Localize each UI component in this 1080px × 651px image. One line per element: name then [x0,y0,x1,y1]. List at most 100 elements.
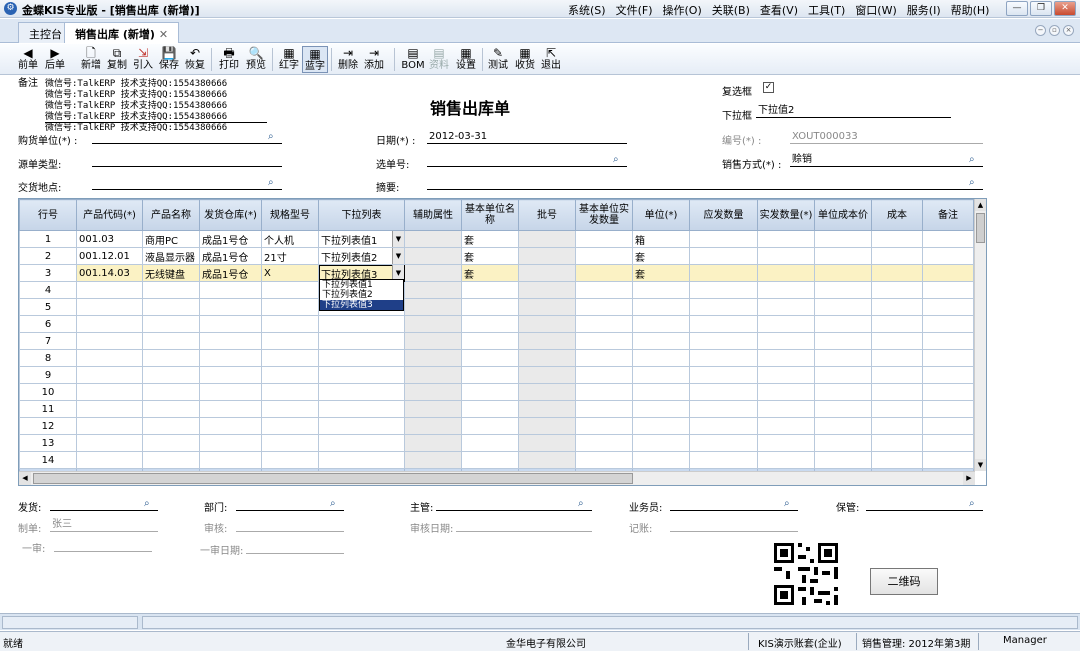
grid-cell[interactable] [142,451,200,469]
grid-cell[interactable] [76,298,143,316]
col-header[interactable]: 产品代码(*) [76,199,143,231]
grid-cell[interactable] [575,434,633,452]
grid-cell[interactable] [404,400,462,418]
import-button[interactable]: ⇲ 引入 [130,46,156,71]
grid-cell[interactable]: 无线键盘 [142,264,200,282]
manager-field[interactable] [436,497,592,511]
table-row[interactable]: 12 [19,417,974,435]
grid-cell[interactable] [199,366,262,384]
grid-cell[interactable] [922,451,974,469]
grid-cell[interactable] [871,383,923,401]
grid-cell[interactable] [922,281,974,299]
grid-cell[interactable] [261,349,319,367]
chevron-down-icon[interactable]: ▼ [392,248,404,264]
grid-cell[interactable] [518,434,576,452]
grid-cell[interactable] [199,332,262,350]
grid-cell[interactable] [461,400,519,418]
receive-button[interactable]: ▦ 收货 [512,46,538,71]
grid-cell[interactable] [575,383,633,401]
grid-cell[interactable] [76,281,143,299]
buyer-lookup-icon[interactable]: ⌕ [268,131,281,142]
grid-cell[interactable] [689,230,758,248]
table-row[interactable]: 5 [19,298,974,316]
grid-cell[interactable] [404,298,462,316]
sale-method-lookup-icon[interactable]: ⌕ [969,154,982,165]
grid-cell[interactable]: 液晶显示器 [142,247,200,265]
col-header[interactable]: 基本单位实发数量 [575,199,633,231]
keeper-field[interactable] [866,497,983,511]
grid-cell[interactable] [575,400,633,418]
grid-cell[interactable] [757,298,815,316]
red-button[interactable]: ▦ 红字 [276,46,302,71]
grid-cell[interactable] [757,349,815,367]
grid-cell[interactable] [689,400,758,418]
grid-cell[interactable]: 成品1号仓 [199,247,262,265]
grid-cell[interactable] [199,383,262,401]
grid-cell[interactable] [461,417,519,435]
buyer-field[interactable] [92,130,282,144]
grid-cell[interactable] [689,281,758,299]
grid-cell[interactable] [632,349,690,367]
grid-cell[interactable] [261,383,319,401]
grid-cell[interactable] [518,400,576,418]
tab-sales-outbound[interactable]: 销售出库 (新增) ✕ [64,22,180,43]
grid-cell[interactable] [199,400,262,418]
print-button[interactable]: 🖶 打印 [216,46,242,71]
prev-doc-button[interactable]: ◀ 前单 [15,46,41,71]
restore-icon[interactable]: ❐ [1030,1,1052,16]
grid-cell[interactable] [632,383,690,401]
grid-cell[interactable] [689,298,758,316]
grid-cell[interactable]: 下拉列表值2 ▼ [318,247,405,265]
col-header[interactable]: 辅助属性 [404,199,462,231]
grid-cell[interactable] [757,417,815,435]
grid-cell[interactable] [575,298,633,316]
close-icon[interactable]: ✕ [1054,1,1076,16]
grid-cell[interactable] [632,315,690,333]
grid-cell[interactable] [404,366,462,384]
dropdown-option[interactable]: 下拉列表值2 [320,290,403,300]
menu-help[interactable]: 帮助(H) [951,2,990,18]
grid-cell[interactable] [922,400,974,418]
table-row[interactable]: 4 [19,281,974,299]
add-button[interactable]: ⇥ 添加 [361,46,387,71]
grid-cell[interactable] [199,349,262,367]
scroll-thumb[interactable] [976,213,985,243]
grid-cell[interactable] [76,451,143,469]
grid-cell[interactable] [632,366,690,384]
grid-cell[interactable] [261,366,319,384]
col-header[interactable]: 基本单位名称 [461,199,519,231]
grid-cell[interactable]: 套 [461,230,519,248]
grid-cell[interactable] [922,315,974,333]
grid-cell[interactable] [199,417,262,435]
grid-cell[interactable] [814,230,872,248]
settings-button[interactable]: ▦ 设置 [453,46,479,71]
salesman-field[interactable] [670,497,798,511]
grid-cell[interactable] [261,400,319,418]
tab-close-all-icon[interactable]: × [1063,25,1074,36]
preview-button[interactable]: 🔍 预览 [243,46,269,71]
grid-cell[interactable] [518,247,576,265]
grid-cell[interactable] [922,366,974,384]
grid-cell[interactable] [689,383,758,401]
date-field[interactable]: 2012-03-31 [427,130,627,144]
source-type-field[interactable] [92,153,282,167]
grid-cell[interactable] [922,349,974,367]
bom-button[interactable]: ▤ BOM [400,46,426,71]
grid-cell[interactable] [518,332,576,350]
col-header[interactable]: 规格型号 [261,199,319,231]
grid-cell[interactable] [404,281,462,299]
grid-cell[interactable] [632,417,690,435]
grid-cell[interactable] [404,349,462,367]
grid-cell[interactable] [76,383,143,401]
grid-cell[interactable]: 成品1号仓 [199,264,262,282]
grid-cell[interactable] [814,451,872,469]
delete-button[interactable]: ⇥ 删除 [335,46,361,71]
table-row[interactable]: 11 [19,400,974,418]
grid-cell[interactable] [461,383,519,401]
grid-cell[interactable] [922,230,974,248]
grid-cell[interactable] [76,417,143,435]
table-row[interactable]: 13 [19,434,974,452]
grid-cell[interactable] [757,281,815,299]
grid-cell[interactable]: 21寸 [261,247,319,265]
grid-cell[interactable] [632,298,690,316]
